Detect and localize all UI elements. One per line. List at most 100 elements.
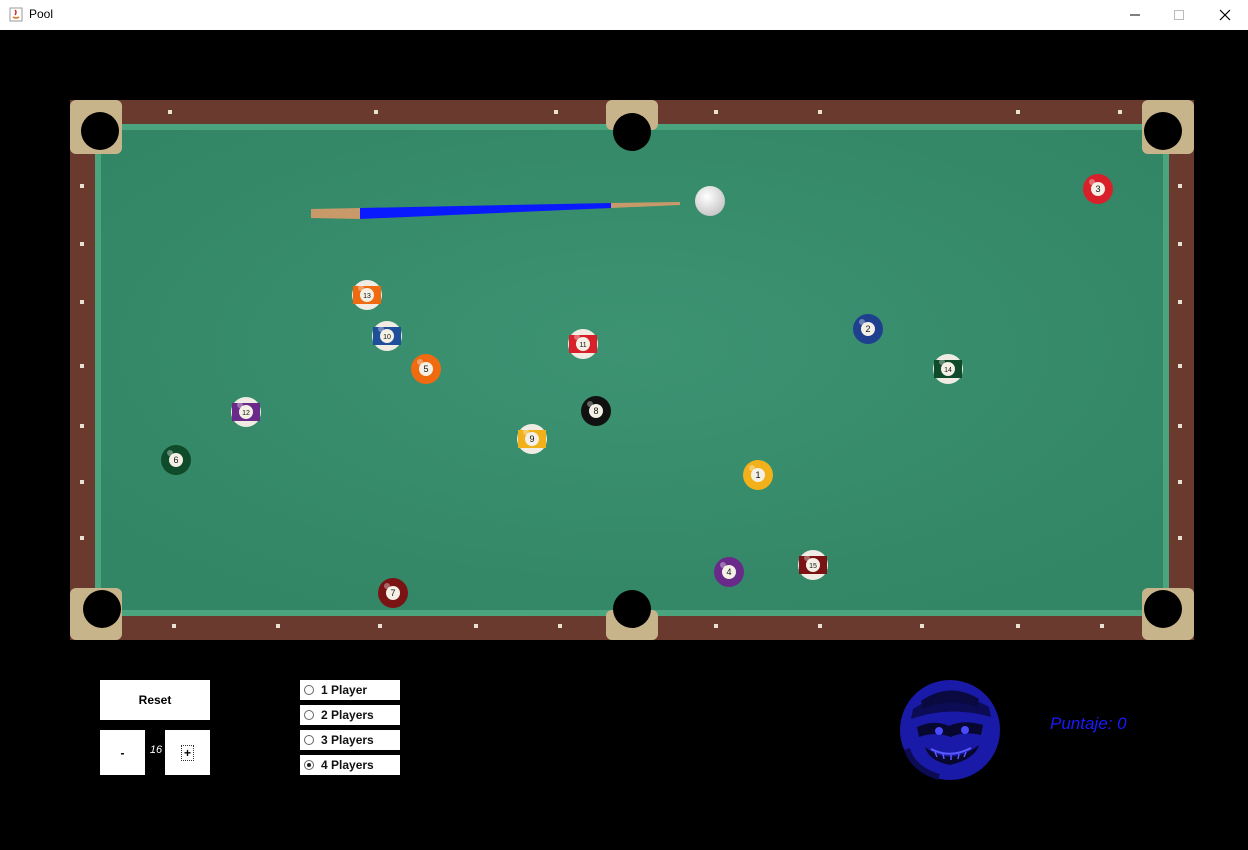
rail-diamond <box>554 110 558 114</box>
ball-highlight <box>417 359 423 365</box>
ball-highlight <box>749 465 755 471</box>
close-icon <box>1219 9 1231 21</box>
radio-circle-selected[interactable] <box>304 760 314 770</box>
ball-number: 9 <box>529 434 534 444</box>
rail-diamond <box>80 536 84 540</box>
rail-diamond <box>1178 364 1182 368</box>
increase-label: + <box>180 744 194 761</box>
ball-highlight <box>859 319 865 325</box>
ball-number: 11 <box>579 342 586 349</box>
minimize-icon <box>1130 14 1140 16</box>
rail-diamond <box>714 624 718 628</box>
rail-diamond <box>378 624 382 628</box>
ball-highlight <box>574 334 580 340</box>
ball-8[interactable]: 8 <box>581 396 611 426</box>
ball-number: 15 <box>809 563 817 570</box>
pocket <box>1144 590 1182 628</box>
maximize-button[interactable] <box>1156 0 1202 30</box>
rail-diamond <box>374 110 378 114</box>
radio-3-players[interactable]: 3 Players <box>300 730 400 750</box>
ball-highlight <box>1089 179 1095 185</box>
ball-number: 4 <box>726 567 731 577</box>
rail-diamond <box>714 110 718 114</box>
radio-circle[interactable] <box>304 710 314 720</box>
ball-highlight <box>804 555 810 561</box>
ball-number: 10 <box>383 334 391 341</box>
close-button[interactable] <box>1202 0 1248 30</box>
radio-4-players[interactable]: 4 Players <box>300 755 400 775</box>
radio-label: 2 Players <box>321 708 374 722</box>
rail-diamond <box>1016 624 1020 628</box>
rail-diamond <box>80 242 84 246</box>
ball-highlight <box>358 285 364 291</box>
ball-highlight <box>523 429 529 435</box>
table-felt[interactable] <box>95 124 1169 616</box>
radio-circle[interactable] <box>304 735 314 745</box>
rail-diamond <box>1178 242 1182 246</box>
ball-highlight <box>587 401 593 407</box>
score-label: Puntaje: 0 <box>1050 714 1127 733</box>
rail-diamond <box>1016 110 1020 114</box>
rail-diamond <box>80 480 84 484</box>
ball-number: 13 <box>363 293 371 300</box>
ball-highlight <box>939 359 945 365</box>
ball-number: 7 <box>390 588 395 598</box>
rail-diamond <box>80 424 84 428</box>
ball-highlight <box>378 326 384 332</box>
pocket <box>1144 112 1182 150</box>
ball-6[interactable]: 6 <box>161 445 191 475</box>
player-avatar <box>900 680 1000 780</box>
ball-count-label: 16 <box>149 744 163 756</box>
ball-7[interactable]: 7 <box>378 578 408 608</box>
rail-diamond <box>80 364 84 368</box>
ball-number: 12 <box>242 410 250 417</box>
rail-diamond <box>1118 110 1122 114</box>
maximize-icon <box>1174 10 1184 20</box>
rail-diamond <box>558 624 562 628</box>
ball-number: 1 <box>755 470 760 480</box>
ball-highlight <box>384 583 390 589</box>
rail-diamond <box>172 624 176 628</box>
rail-diamond <box>818 624 822 628</box>
ball-number: 5 <box>423 364 428 374</box>
pocket <box>81 112 119 150</box>
pocket <box>613 590 651 628</box>
increase-balls-button[interactable]: + <box>165 730 210 775</box>
minimize-button[interactable] <box>1112 0 1158 30</box>
reset-button[interactable]: Reset <box>100 680 210 720</box>
radio-label: 1 Player <box>321 683 368 697</box>
java-app-icon <box>9 7 23 22</box>
ball-2[interactable]: 2 <box>853 314 883 344</box>
rail-diamond <box>1100 624 1104 628</box>
radio-1-player[interactable]: 1 Player <box>300 680 400 700</box>
rail-diamond <box>1178 424 1182 428</box>
ball-1[interactable]: 1 <box>743 460 773 490</box>
ball-4[interactable]: 4 <box>714 557 744 587</box>
rail-diamond <box>1178 536 1182 540</box>
rail-diamond <box>80 184 84 188</box>
ball-3[interactable]: 3 <box>1083 174 1113 204</box>
ball-highlight <box>167 450 173 456</box>
radio-label: 4 Players <box>321 758 374 772</box>
rail-diamond <box>168 110 172 114</box>
decrease-balls-button[interactable]: - <box>100 730 145 775</box>
ball-number: 8 <box>593 406 598 416</box>
radio-2-players[interactable]: 2 Players <box>300 705 400 725</box>
ball-number: 14 <box>944 367 952 374</box>
cue-ball[interactable] <box>695 186 725 216</box>
rail-diamond <box>474 624 478 628</box>
title-bar: Pool <box>0 0 1248 30</box>
ball-highlight <box>720 562 726 568</box>
ball-number: 3 <box>1095 184 1100 194</box>
ball-highlight <box>237 402 243 408</box>
ball-number: 2 <box>865 324 870 334</box>
rail-diamond <box>1178 300 1182 304</box>
ball-5[interactable]: 5 <box>411 354 441 384</box>
pool-table[interactable]: 123456789101112131415 <box>0 30 1248 650</box>
radio-circle[interactable] <box>304 685 314 695</box>
rail-diamond <box>920 624 924 628</box>
rail-diamond <box>818 110 822 114</box>
pocket <box>83 590 121 628</box>
ball-number: 6 <box>173 455 178 465</box>
rail-diamond <box>80 300 84 304</box>
